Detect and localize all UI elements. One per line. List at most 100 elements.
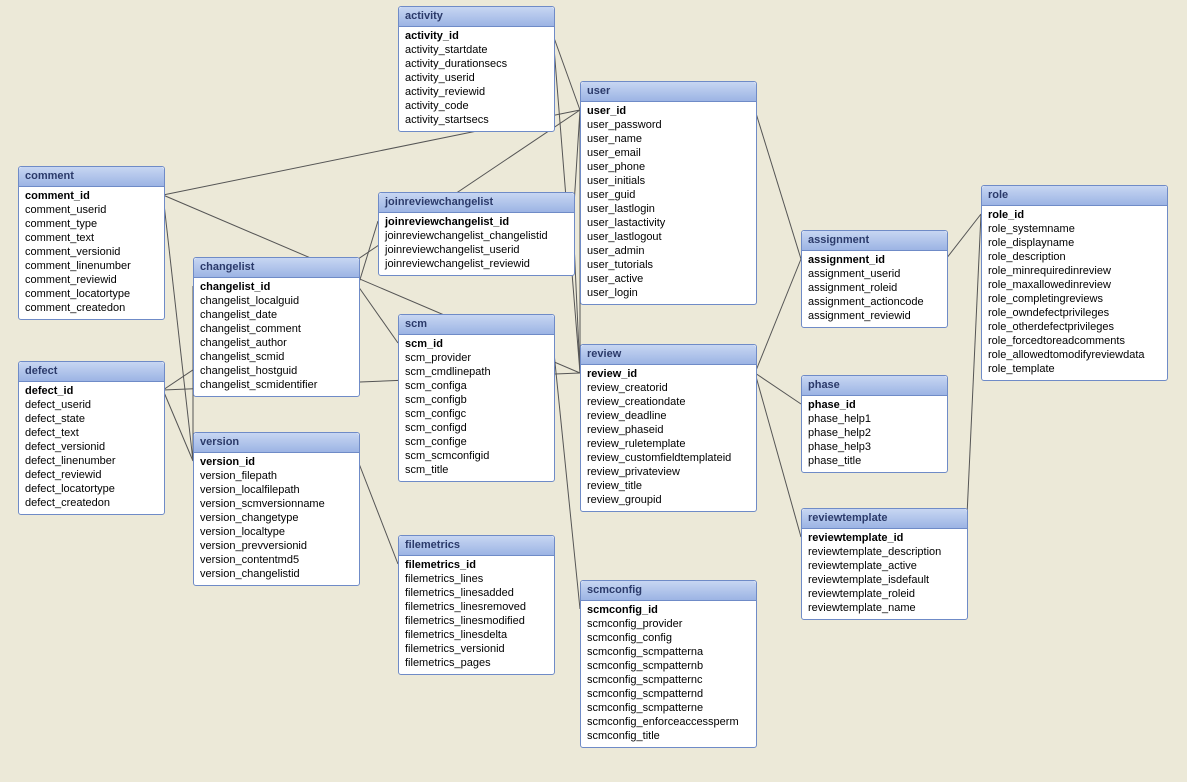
field-comment-comment_type[interactable]: comment_type — [25, 217, 158, 231]
field-review-review_phaseid[interactable]: review_phaseid — [587, 423, 750, 437]
field-comment-comment_createdon[interactable]: comment_createdon — [25, 301, 158, 315]
field-comment-comment_id[interactable]: comment_id — [25, 189, 158, 203]
field-scmconfig-scmconfig_enforceaccessperm[interactable]: scmconfig_enforceaccessperm — [587, 715, 750, 729]
field-version-version_changelistid[interactable]: version_changelistid — [200, 567, 353, 581]
field-scm-scm_title[interactable]: scm_title — [405, 463, 548, 477]
field-review-review_creatorid[interactable]: review_creatorid — [587, 381, 750, 395]
field-comment-comment_versionid[interactable]: comment_versionid — [25, 245, 158, 259]
field-activity-activity_reviewid[interactable]: activity_reviewid — [405, 85, 548, 99]
field-activity-activity_startsecs[interactable]: activity_startsecs — [405, 113, 548, 127]
field-reviewtemplate-reviewtemplate_isdefault[interactable]: reviewtemplate_isdefault — [808, 573, 961, 587]
field-comment-comment_text[interactable]: comment_text — [25, 231, 158, 245]
entity-header-comment[interactable]: comment — [19, 167, 164, 187]
field-activity-activity_code[interactable]: activity_code — [405, 99, 548, 113]
field-role-role_maxallowedinreview[interactable]: role_maxallowedinreview — [988, 278, 1161, 292]
field-review-review_groupid[interactable]: review_groupid — [587, 493, 750, 507]
field-activity-activity_startdate[interactable]: activity_startdate — [405, 43, 548, 57]
entity-header-activity[interactable]: activity — [399, 7, 554, 27]
field-joinreviewchangelist-joinreviewchangelist_reviewid[interactable]: joinreviewchangelist_reviewid — [385, 257, 568, 271]
field-user-user_admin[interactable]: user_admin — [587, 244, 750, 258]
field-activity-activity_userid[interactable]: activity_userid — [405, 71, 548, 85]
entity-phase[interactable]: phasephase_idphase_help1phase_help2phase… — [801, 375, 948, 473]
field-defect-defect_linenumber[interactable]: defect_linenumber — [25, 454, 158, 468]
field-scm-scm_scmconfigid[interactable]: scm_scmconfigid — [405, 449, 548, 463]
field-review-review_creationdate[interactable]: review_creationdate — [587, 395, 750, 409]
field-version-version_scmversionname[interactable]: version_scmversionname — [200, 497, 353, 511]
field-scm-scm_provider[interactable]: scm_provider — [405, 351, 548, 365]
field-role-role_displayname[interactable]: role_displayname — [988, 236, 1161, 250]
field-role-role_description[interactable]: role_description — [988, 250, 1161, 264]
field-comment-comment_reviewid[interactable]: comment_reviewid — [25, 273, 158, 287]
field-user-user_id[interactable]: user_id — [587, 104, 750, 118]
entity-header-user[interactable]: user — [581, 82, 756, 102]
field-activity-activity_id[interactable]: activity_id — [405, 29, 548, 43]
field-comment-comment_userid[interactable]: comment_userid — [25, 203, 158, 217]
field-filemetrics-filemetrics_pages[interactable]: filemetrics_pages — [405, 656, 548, 670]
field-scmconfig-scmconfig_scmpatternd[interactable]: scmconfig_scmpatternd — [587, 687, 750, 701]
field-phase-phase_help1[interactable]: phase_help1 — [808, 412, 941, 426]
field-user-user_login[interactable]: user_login — [587, 286, 750, 300]
field-filemetrics-filemetrics_lines[interactable]: filemetrics_lines — [405, 572, 548, 586]
field-role-role_completingreviews[interactable]: role_completingreviews — [988, 292, 1161, 306]
field-scm-scm_confige[interactable]: scm_confige — [405, 435, 548, 449]
field-user-user_tutorials[interactable]: user_tutorials — [587, 258, 750, 272]
field-assignment-assignment_roleid[interactable]: assignment_roleid — [808, 281, 941, 295]
field-user-user_lastlogin[interactable]: user_lastlogin — [587, 202, 750, 216]
field-phase-phase_help3[interactable]: phase_help3 — [808, 440, 941, 454]
field-review-review_id[interactable]: review_id — [587, 367, 750, 381]
entity-filemetrics[interactable]: filemetricsfilemetrics_idfilemetrics_lin… — [398, 535, 555, 675]
entity-header-role[interactable]: role — [982, 186, 1167, 206]
field-user-user_email[interactable]: user_email — [587, 146, 750, 160]
field-version-version_prevversionid[interactable]: version_prevversionid — [200, 539, 353, 553]
field-scmconfig-scmconfig_config[interactable]: scmconfig_config — [587, 631, 750, 645]
field-defect-defect_createdon[interactable]: defect_createdon — [25, 496, 158, 510]
entity-header-joinreviewchangelist[interactable]: joinreviewchangelist — [379, 193, 574, 213]
field-changelist-changelist_localguid[interactable]: changelist_localguid — [200, 294, 353, 308]
entity-header-assignment[interactable]: assignment — [802, 231, 947, 251]
field-version-version_localfilepath[interactable]: version_localfilepath — [200, 483, 353, 497]
field-changelist-changelist_author[interactable]: changelist_author — [200, 336, 353, 350]
entity-header-defect[interactable]: defect — [19, 362, 164, 382]
entity-header-reviewtemplate[interactable]: reviewtemplate — [802, 509, 967, 529]
field-assignment-assignment_userid[interactable]: assignment_userid — [808, 267, 941, 281]
field-role-role_id[interactable]: role_id — [988, 208, 1161, 222]
field-phase-phase_id[interactable]: phase_id — [808, 398, 941, 412]
field-scmconfig-scmconfig_scmpatterne[interactable]: scmconfig_scmpatterne — [587, 701, 750, 715]
field-changelist-changelist_scmidentifier[interactable]: changelist_scmidentifier — [200, 378, 353, 392]
entity-role[interactable]: rolerole_idrole_systemnamerole_displayna… — [981, 185, 1168, 381]
field-defect-defect_state[interactable]: defect_state — [25, 412, 158, 426]
field-version-version_changetype[interactable]: version_changetype — [200, 511, 353, 525]
field-user-user_password[interactable]: user_password — [587, 118, 750, 132]
field-review-review_title[interactable]: review_title — [587, 479, 750, 493]
field-filemetrics-filemetrics_id[interactable]: filemetrics_id — [405, 558, 548, 572]
field-role-role_otherdefectprivileges[interactable]: role_otherdefectprivileges — [988, 320, 1161, 334]
entity-assignment[interactable]: assignment assignment_idassignment_userid… — [801, 230, 948, 328]
field-joinreviewchangelist-joinreviewchangelist_changelistid[interactable]: joinreviewchangelist_changelistid — [385, 229, 568, 243]
entity-comment[interactable]: commentcomment_idcomment_useridcomment_t… — [18, 166, 165, 320]
field-role-role_forcedtoreadcomments[interactable]: role_forcedtoreadcomments — [988, 334, 1161, 348]
field-comment-comment_locatortype[interactable]: comment_locatortype — [25, 287, 158, 301]
field-role-role_template[interactable]: role_template — [988, 362, 1161, 376]
field-defect-defect_text[interactable]: defect_text — [25, 426, 158, 440]
field-scm-scm_configc[interactable]: scm_configc — [405, 407, 548, 421]
field-changelist-changelist_comment[interactable]: changelist_comment — [200, 322, 353, 336]
entity-review[interactable]: reviewreview_idreview_creatoridreview_cr… — [580, 344, 757, 512]
field-defect-defect_locatortype[interactable]: defect_locatortype — [25, 482, 158, 496]
field-review-review_privateview[interactable]: review_privateview — [587, 465, 750, 479]
field-reviewtemplate-reviewtemplate_id[interactable]: reviewtemplate_id — [808, 531, 961, 545]
field-filemetrics-filemetrics_linesmodified[interactable]: filemetrics_linesmodified — [405, 614, 548, 628]
field-role-role_owndefectprivileges[interactable]: role_owndefectprivileges — [988, 306, 1161, 320]
field-comment-comment_linenumber[interactable]: comment_linenumber — [25, 259, 158, 273]
field-changelist-changelist_id[interactable]: changelist_id — [200, 280, 353, 294]
field-version-version_filepath[interactable]: version_filepath — [200, 469, 353, 483]
field-assignment-assignment_id[interactable]: assignment_id — [808, 253, 941, 267]
field-changelist-changelist_hostguid[interactable]: changelist_hostguid — [200, 364, 353, 378]
field-reviewtemplate-reviewtemplate_name[interactable]: reviewtemplate_name — [808, 601, 961, 615]
entity-header-scm[interactable]: scm — [399, 315, 554, 335]
entity-header-scmconfig[interactable]: scmconfig — [581, 581, 756, 601]
field-defect-defect_userid[interactable]: defect_userid — [25, 398, 158, 412]
field-activity-activity_durationsecs[interactable]: activity_durationsecs — [405, 57, 548, 71]
field-filemetrics-filemetrics_versionid[interactable]: filemetrics_versionid — [405, 642, 548, 656]
field-changelist-changelist_date[interactable]: changelist_date — [200, 308, 353, 322]
field-user-user_initials[interactable]: user_initials — [587, 174, 750, 188]
